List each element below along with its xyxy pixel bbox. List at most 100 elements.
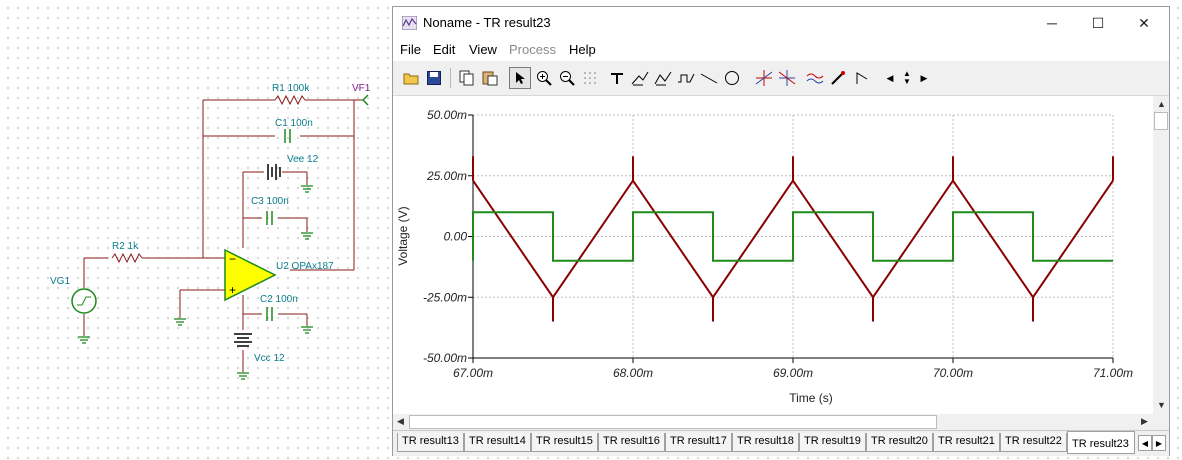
scroll-right-icon[interactable]: ▶ xyxy=(1141,416,1148,427)
voltage-probe-vf1-icon[interactable] xyxy=(361,94,369,106)
tab-scroll-left-icon[interactable]: ◀ xyxy=(1138,435,1152,451)
tab-tr-result18[interactable]: TR result18 xyxy=(732,433,799,452)
y-tick-label: -25.00m xyxy=(423,290,467,304)
ground-symbol-vcc xyxy=(237,372,249,380)
tab-label: TR result21 xyxy=(938,435,995,447)
vertical-scroll-thumb[interactable] xyxy=(1154,112,1168,130)
tab-tr-result20[interactable]: TR result20 xyxy=(866,433,933,452)
opamp-minus-sign: − xyxy=(229,252,236,266)
label-r2: R2 1k xyxy=(112,241,139,252)
schematic-canvas[interactable]: − + R1 100k C1 100n VF1 Vee 12 C3 100n R… xyxy=(0,0,392,460)
label-c2: C2 100n xyxy=(260,294,298,305)
title-bar[interactable]: Noname - TR result23 ─ ☐ ✕ xyxy=(393,7,1169,39)
x-axis-label: Time (s) xyxy=(789,391,833,405)
minimize-icon: ─ xyxy=(1047,15,1057,31)
tab-label: TR result23 xyxy=(1072,438,1129,450)
close-button[interactable]: ✕ xyxy=(1121,7,1167,39)
arrow-left-icon[interactable]: ◀ xyxy=(883,67,897,89)
label-vg1: VG1 xyxy=(50,276,70,287)
fft-icon[interactable] xyxy=(675,67,697,89)
label-vcc: Vcc 12 xyxy=(254,353,285,364)
label-c3: C3 100n xyxy=(251,196,289,207)
scroll-up-icon[interactable]: ▲ xyxy=(1157,99,1166,109)
x-tick-label: 70.00m xyxy=(933,366,973,380)
label-u2: U2 OPAx187 xyxy=(276,261,334,272)
y-tick-label: 50.00m xyxy=(427,108,467,122)
tab-tr-result16[interactable]: TR result16 xyxy=(598,433,665,452)
menu-view[interactable]: View xyxy=(469,42,497,57)
zoom-100-icon[interactable] xyxy=(556,67,578,89)
save-icon[interactable] xyxy=(423,67,445,89)
tab-tr-result14[interactable]: TR result14 xyxy=(464,433,531,452)
marker-icon[interactable] xyxy=(851,67,873,89)
maximize-icon: ☐ xyxy=(1091,14,1105,31)
close-icon: ✕ xyxy=(1138,14,1150,31)
tab-tr-result17[interactable]: TR result17 xyxy=(665,433,732,452)
x-tick-label: 69.00m xyxy=(773,366,813,380)
tab-label: TR result18 xyxy=(737,435,794,447)
line-tool-icon[interactable] xyxy=(698,67,720,89)
battery-vee-symbol[interactable] xyxy=(267,164,281,180)
arrow-updown-icon[interactable]: ▲ ▼ xyxy=(899,67,915,89)
paste-icon[interactable] xyxy=(479,67,501,89)
tab-scroll-right-icon[interactable]: ▶ xyxy=(1152,435,1166,451)
voltage-time-chart[interactable]: 67.00m 68.00m 69.00m 70.00m 71.00m 50.00m 25.0… xyxy=(393,96,1153,414)
capacitor-c2-symbol[interactable] xyxy=(266,307,273,321)
result-tabs: TR result13 TR result14 TR result15 TR resu… xyxy=(393,430,1169,456)
cross-cursor-b-icon[interactable] xyxy=(776,67,798,89)
ground-symbol-vee xyxy=(301,185,313,193)
window-title: Noname - TR result23 xyxy=(423,15,551,30)
tab-tr-result15[interactable]: TR result15 xyxy=(531,433,598,452)
label-vee: Vee 12 xyxy=(287,154,319,165)
select-arrow-icon[interactable] xyxy=(509,67,531,89)
menu-bar: File Edit View Process Help xyxy=(393,39,1169,61)
tab-tr-result21[interactable]: TR result21 xyxy=(933,433,1000,452)
resistor-r2-symbol[interactable] xyxy=(111,252,143,264)
capacitor-c3-symbol[interactable] xyxy=(266,211,273,225)
label-r1: R1 100k xyxy=(272,83,310,94)
opamp-plus-sign: + xyxy=(229,283,236,297)
copy-icon[interactable] xyxy=(456,67,478,89)
grid-icon[interactable] xyxy=(579,67,601,89)
tab-label: TR result22 xyxy=(1005,435,1062,447)
probe-icon[interactable] xyxy=(827,67,849,89)
ground-symbol-c3 xyxy=(301,232,313,240)
menu-process[interactable]: Process xyxy=(509,42,556,57)
tab-tr-result22[interactable]: TR result22 xyxy=(1000,433,1067,452)
horizontal-scrollbar[interactable]: ◀ ▶ xyxy=(393,414,1153,430)
cross-cursor-a-icon[interactable] xyxy=(753,67,775,89)
cursor-a-icon[interactable] xyxy=(629,67,651,89)
battery-vcc-symbol[interactable] xyxy=(234,333,252,347)
menu-file[interactable]: File xyxy=(400,42,421,57)
open-folder-icon[interactable] xyxy=(400,67,422,89)
resistor-r1-symbol[interactable] xyxy=(274,94,306,106)
scroll-left-icon[interactable]: ◀ xyxy=(397,416,404,427)
y-tick-label: -50.00m xyxy=(423,351,467,365)
menu-edit[interactable]: Edit xyxy=(433,42,455,57)
arrow-right-icon[interactable]: ▶ xyxy=(917,67,931,89)
result-window: Noname - TR result23 ─ ☐ ✕ File Edit Vie… xyxy=(392,6,1170,456)
tab-tr-result19[interactable]: TR result19 xyxy=(799,433,866,452)
minimize-button[interactable]: ─ xyxy=(1029,7,1075,39)
scroll-down-icon[interactable]: ▼ xyxy=(1157,400,1166,410)
ground-symbol-inp xyxy=(174,318,186,326)
maximize-button[interactable]: ☐ xyxy=(1075,7,1121,39)
toolbar: ◀ ▲ ▼ ▶ xyxy=(393,61,1169,96)
plot-area[interactable]: 67.00m 68.00m 69.00m 70.00m 71.00m 50.00m 25.0… xyxy=(393,96,1153,414)
circle-tool-icon[interactable] xyxy=(721,67,743,89)
tab-tr-result13[interactable]: TR result13 xyxy=(397,433,464,452)
horizontal-scroll-thumb[interactable] xyxy=(409,415,937,429)
menu-help[interactable]: Help xyxy=(569,42,596,57)
tab-label: TR result16 xyxy=(603,435,660,447)
vertical-scrollbar[interactable]: ▲ ▼ xyxy=(1153,96,1169,414)
text-tool-icon[interactable] xyxy=(606,67,628,89)
capacitor-c1-symbol[interactable] xyxy=(284,129,291,143)
tab-label: TR result20 xyxy=(871,435,928,447)
cursor-b-icon[interactable] xyxy=(652,67,674,89)
y-tick-label: 25.00m xyxy=(426,169,467,183)
tab-tr-result23[interactable]: TR result23 xyxy=(1067,431,1135,454)
y-tick-label: 0.00 xyxy=(444,230,468,244)
zoom-in-icon[interactable] xyxy=(533,67,555,89)
curve-icon[interactable] xyxy=(804,67,826,89)
label-c1: C1 100n xyxy=(275,118,313,129)
